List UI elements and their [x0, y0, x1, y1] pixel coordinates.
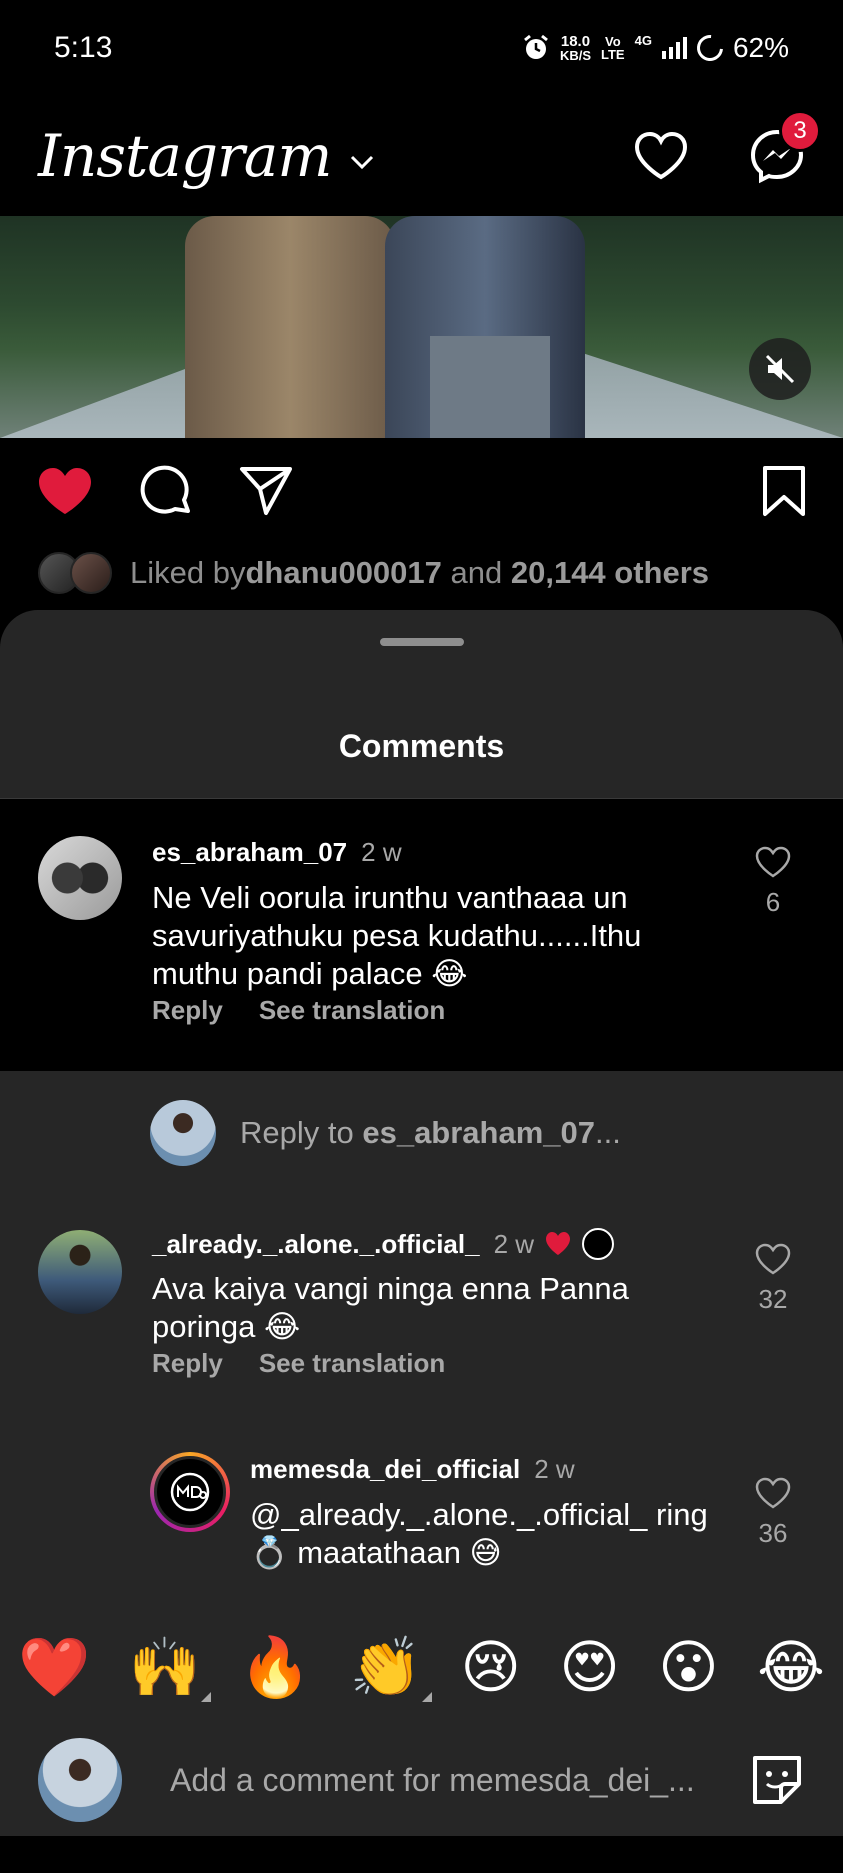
reply-button[interactable]: Reply: [152, 1348, 223, 1378]
liked-by-user[interactable]: dhanu000017: [245, 555, 441, 591]
avatar: [38, 1738, 122, 1822]
comment-like[interactable]: 32: [743, 1242, 803, 1315]
post-actions: [0, 438, 843, 544]
avatar-inner: [154, 1456, 226, 1528]
emoji-heart-eyes[interactable]: 😍: [559, 1638, 619, 1696]
comment-text: Ne Veli oorula irunthu vanthaaa un savur…: [152, 880, 642, 991]
likes-summary[interactable]: Liked by dhanu000017 and 20,144 others: [38, 548, 709, 598]
comment-text: Ava kaiya vangi ninga enna Panna poringa…: [152, 1271, 629, 1344]
avatar[interactable]: [38, 836, 122, 920]
avatar: [70, 552, 112, 594]
see-translation-button[interactable]: See translation: [259, 995, 445, 1025]
sheet-title: Comments: [338, 728, 505, 764]
instagram-logo[interactable]: Instagram: [38, 122, 332, 190]
messenger-button[interactable]: 3: [749, 110, 821, 184]
comment-time: 2 w: [493, 1228, 535, 1259]
emoji-fire[interactable]: 🔥: [239, 1638, 311, 1696]
messages-badge: 3: [779, 110, 821, 152]
emoji-quick-bar: ❤️ 🙌 🔥 👏 😢 😍 😮 😂: [0, 1620, 843, 1714]
comment-username[interactable]: es_abraham_07: [152, 837, 347, 867]
comment-composer: [0, 1730, 843, 1830]
comment-header: _already._.alone._.official_ 2 w: [152, 1228, 615, 1260]
comment-username[interactable]: memesda_dei_official: [250, 1454, 520, 1484]
net-speed: 18.0 KB/S: [559, 33, 592, 63]
avatar[interactable]: [38, 1230, 122, 1314]
battery-icon: [691, 29, 729, 67]
video-scene-person: [185, 216, 395, 438]
reply-prompt-username: es_abraham_07: [362, 1115, 596, 1150]
comment-like-count: 32: [758, 1284, 788, 1314]
app-header: Instagram 3: [0, 96, 843, 216]
comment-like[interactable]: 6: [743, 845, 803, 918]
heart-outline-icon[interactable]: [754, 1242, 792, 1276]
comment-time: 2 w: [361, 837, 402, 867]
comment-actions: Reply See translation: [152, 995, 445, 1026]
sticker-icon[interactable]: [749, 1752, 805, 1808]
comment-input[interactable]: [170, 1750, 729, 1810]
battery-level: 62%: [732, 32, 789, 63]
like-filled-icon[interactable]: [36, 465, 94, 517]
reply-button[interactable]: Reply: [152, 995, 223, 1025]
comment-like[interactable]: 36: [743, 1476, 803, 1549]
heart-outline-icon[interactable]: [754, 845, 792, 879]
liker-avatars: [38, 552, 112, 594]
emoji-clap[interactable]: 👏: [350, 1638, 433, 1702]
author-avatar-mini: [582, 1228, 615, 1260]
comment-header: memesda_dei_official 2 w: [250, 1454, 575, 1485]
activity-heart-icon[interactable]: [633, 131, 689, 181]
signal-icon: [661, 37, 687, 59]
status-bar: 5:13 18.0 KB/S Vo LTE 4G 62%: [0, 0, 843, 96]
reply-prompt[interactable]: Reply to es_abraham_07...: [150, 1100, 621, 1166]
likes-prefix: Liked by: [130, 555, 246, 590]
comment-text: @_already._.alone._.official_ ring 💍 maa…: [250, 1497, 708, 1570]
avatar[interactable]: [150, 1452, 230, 1532]
chevron-down-icon[interactable]: [349, 154, 375, 170]
likes-and: and: [441, 555, 511, 590]
emoji-heart[interactable]: ❤️: [18, 1638, 90, 1696]
emoji-crying[interactable]: 😢: [461, 1638, 521, 1696]
comment-actions: Reply See translation: [152, 1348, 445, 1379]
comment-like-count: 6: [765, 887, 781, 917]
alarm-icon: [524, 34, 548, 59]
system-nav-bar: [0, 1836, 843, 1873]
comment-like-count: 36: [758, 1518, 788, 1548]
comment-item[interactable]: es_abraham_07 2 w Ne Veli oorula irunthu …: [0, 799, 843, 1071]
mute-button[interactable]: [749, 338, 811, 400]
comment-username[interactable]: _already._.alone._.official_: [152, 1229, 480, 1260]
see-translation-button[interactable]: See translation: [259, 1348, 445, 1378]
liked-by-others[interactable]: 20,144 others: [511, 555, 709, 591]
emoji-joy[interactable]: 😂: [757, 1638, 825, 1696]
clock: 5:13: [54, 31, 113, 64]
comment-time: 2 w: [534, 1454, 575, 1484]
author-liked-heart-icon: [546, 1232, 571, 1255]
comment-icon[interactable]: [138, 463, 194, 519]
drag-handle[interactable]: [380, 638, 464, 646]
reply-prompt-suffix: ...: [595, 1115, 621, 1150]
status-icons: 18.0 KB/S Vo LTE 4G 62%: [522, 29, 789, 67]
bookmark-icon[interactable]: [761, 465, 807, 517]
network-type: 4G: [634, 33, 652, 48]
emoji-glyph: 🙌: [128, 1633, 201, 1701]
video-scene-detail: [430, 336, 550, 438]
comment-item[interactable]: memesda_dei_official 2 w @_already._.alon…: [0, 1450, 843, 1610]
emoji-glyph: 👏: [349, 1633, 423, 1701]
comment-item[interactable]: _already._.alone._.official_ 2 w Ava kaiy…: [0, 1210, 843, 1430]
reply-prompt-prefix: Reply to: [240, 1115, 363, 1150]
emoji-raised-hands[interactable]: 🙌: [129, 1638, 211, 1702]
comment-header: es_abraham_07 2 w: [152, 837, 402, 868]
heart-outline-icon[interactable]: [754, 1476, 792, 1510]
mdo-logo-icon: [170, 1472, 210, 1512]
speaker-muted-icon: [765, 354, 795, 384]
share-icon[interactable]: [238, 465, 294, 517]
emoji-surprised[interactable]: 😮: [658, 1638, 718, 1696]
post-video[interactable]: [0, 216, 843, 438]
volte-indicator: Vo LTE: [601, 34, 625, 62]
avatar: [150, 1100, 216, 1166]
